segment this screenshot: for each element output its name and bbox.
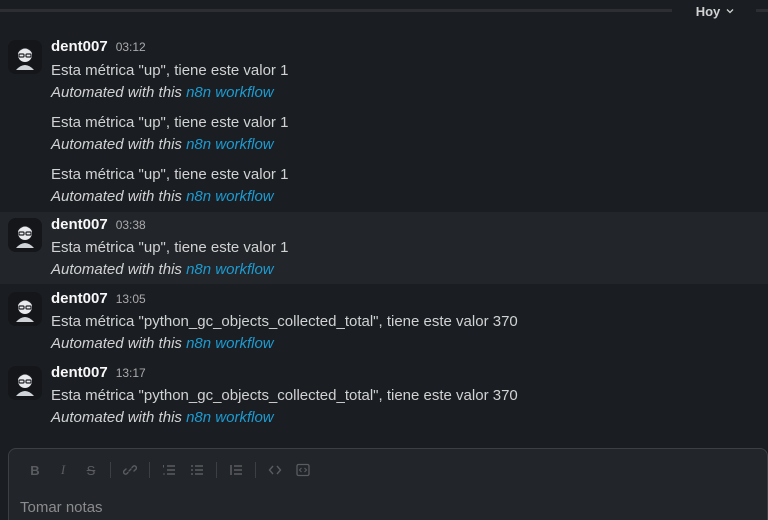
bold-icon[interactable]: B (21, 460, 49, 480)
link-icon[interactable] (116, 460, 144, 480)
avatar[interactable] (8, 366, 42, 400)
ordered-list-icon[interactable] (155, 460, 183, 480)
message-text: Esta métrica "up", tiene este valor 1 (51, 166, 289, 183)
toolbar-separator (149, 462, 150, 478)
message-text: Esta métrica "python_gc_objects_collecte… (51, 387, 518, 404)
footer-prefix: Automated with this (51, 335, 187, 352)
footer-prefix: Automated with this (51, 136, 187, 153)
user-avatar-icon (8, 292, 42, 326)
message-group: dent007 03:12 Esta métrica "up", tiene e… (0, 34, 768, 212)
author-name[interactable]: dent007 (51, 364, 108, 381)
toolbar-separator (216, 462, 217, 478)
message-footer: Automated with this n8n workflow (51, 261, 274, 278)
message-text: Esta métrica "up", tiene este valor 1 (51, 62, 289, 79)
author-name[interactable]: dent007 (51, 290, 108, 307)
toolbar-separator (110, 462, 111, 478)
message-footer: Automated with this n8n workflow (51, 136, 274, 153)
author-name[interactable]: dent007 (51, 38, 108, 55)
strikethrough-icon[interactable]: S (77, 460, 105, 480)
bulleted-list-icon[interactable] (183, 460, 211, 480)
workflow-link[interactable]: n8n workflow (186, 261, 274, 278)
workflow-link[interactable]: n8n workflow (186, 84, 274, 101)
user-avatar-icon (8, 218, 42, 252)
workflow-link[interactable]: n8n workflow (186, 335, 274, 352)
author-name[interactable]: dent007 (51, 216, 108, 233)
message-text: Esta métrica "up", tiene este valor 1 (51, 239, 289, 256)
avatar[interactable] (8, 40, 42, 74)
divider-line (0, 9, 672, 12)
divider-line-right (756, 9, 768, 12)
timestamp[interactable]: 03:38 (116, 218, 146, 232)
message-group: dent007 03:38 Esta métrica "up", tiene e… (0, 212, 768, 284)
avatar[interactable] (8, 218, 42, 252)
avatar[interactable] (8, 292, 42, 326)
italic-icon[interactable]: I (49, 460, 77, 480)
message-text: Esta métrica "up", tiene este valor 1 (51, 114, 289, 131)
message-footer: Automated with this n8n workflow (51, 84, 274, 101)
workflow-link[interactable]: n8n workflow (186, 188, 274, 205)
message-composer[interactable]: B I S Tomar notas (8, 448, 768, 520)
footer-prefix: Automated with this (51, 261, 187, 278)
message-footer: Automated with this n8n workflow (51, 409, 274, 426)
formatting-toolbar: B I S (21, 460, 317, 480)
user-avatar-icon (8, 40, 42, 74)
footer-prefix: Automated with this (51, 409, 187, 426)
composer-placeholder[interactable]: Tomar notas (20, 499, 103, 516)
user-avatar-icon (8, 366, 42, 400)
toolbar-separator (255, 462, 256, 478)
code-icon[interactable] (261, 460, 289, 480)
timestamp[interactable]: 13:05 (116, 292, 146, 306)
blockquote-icon[interactable] (222, 460, 250, 480)
message-text: Esta métrica "python_gc_objects_collecte… (51, 313, 518, 330)
footer-prefix: Automated with this (51, 188, 187, 205)
date-jump-button[interactable]: Hoy (674, 0, 756, 22)
footer-prefix: Automated with this (51, 84, 187, 101)
timestamp[interactable]: 13:17 (116, 366, 146, 380)
workflow-link[interactable]: n8n workflow (186, 136, 274, 153)
message-group: dent007 13:17 Esta métrica "python_gc_ob… (0, 360, 768, 432)
date-divider: Hoy (0, 0, 768, 24)
message-group: dent007 13:05 Esta métrica "python_gc_ob… (0, 286, 768, 358)
message-footer: Automated with this n8n workflow (51, 188, 274, 205)
workflow-link[interactable]: n8n workflow (186, 409, 274, 426)
chevron-down-icon (726, 9, 734, 14)
message-footer: Automated with this n8n workflow (51, 335, 274, 352)
timestamp[interactable]: 03:12 (116, 40, 146, 54)
date-label: Hoy (695, 3, 721, 19)
code-block-icon[interactable] (289, 460, 317, 480)
